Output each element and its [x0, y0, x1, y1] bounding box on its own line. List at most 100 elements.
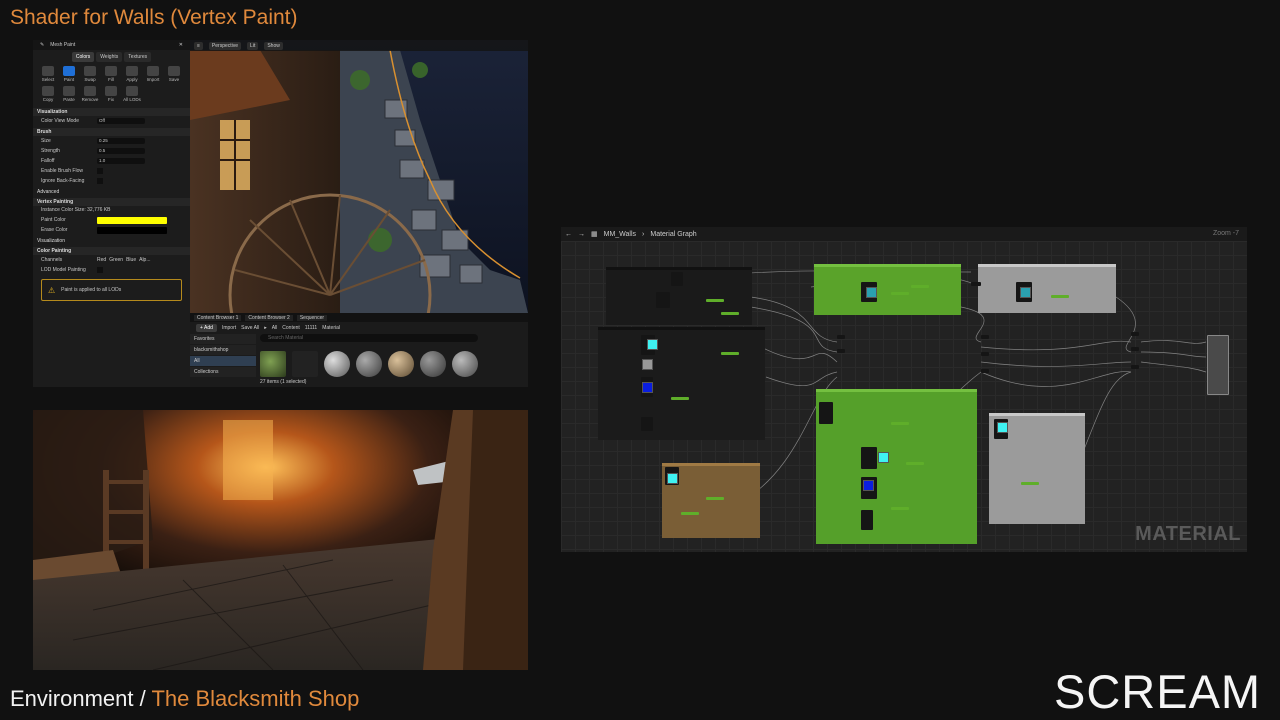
close-icon[interactable]: ✕: [176, 42, 186, 48]
folder-all[interactable]: All: [190, 356, 256, 366]
parameter-node[interactable]: [911, 285, 929, 288]
parameter-node[interactable]: [891, 292, 909, 295]
apply-tool-button[interactable]: Apply: [123, 66, 141, 82]
tab-colors[interactable]: Colors: [71, 52, 95, 62]
fix-tool-button[interactable]: Fix: [102, 86, 120, 102]
graph-node[interactable]: [819, 402, 833, 424]
save-all-button[interactable]: Save All: [241, 325, 259, 331]
graph-node[interactable]: [861, 447, 877, 469]
comment-box-green[interactable]: [816, 389, 977, 544]
swap-tool-button[interactable]: Swap: [81, 66, 99, 82]
brush-flow-checkbox[interactable]: [97, 168, 103, 174]
all-lods-tool-button[interactable]: All LODs: [123, 86, 141, 102]
asset-thumbnail[interactable]: [388, 351, 414, 377]
reroute-node[interactable]: [981, 352, 989, 356]
section-brush[interactable]: Brush: [33, 128, 190, 136]
graph-node[interactable]: [641, 417, 653, 431]
reroute-node[interactable]: [837, 335, 845, 339]
section-visualization-2[interactable]: Visualization: [33, 237, 190, 245]
parameter-node[interactable]: [671, 397, 689, 400]
comment-box[interactable]: [598, 327, 765, 440]
section-visualization[interactable]: Visualization: [33, 108, 190, 116]
comment-box-green[interactable]: [814, 264, 961, 315]
viewport-menu-button[interactable]: ≡: [194, 41, 203, 50]
tab-weights[interactable]: Weights: [96, 52, 123, 62]
add-button[interactable]: + Add: [196, 323, 217, 332]
channel-green-checkbox[interactable]: Green: [109, 257, 123, 263]
graph-node[interactable]: [861, 510, 873, 530]
falloff-field[interactable]: 1.0: [97, 158, 145, 164]
asset-thumbnail[interactable]: [260, 351, 286, 377]
parameter-node[interactable]: [891, 507, 909, 510]
import-button[interactable]: Import: [222, 325, 236, 331]
paint-color-swatch[interactable]: [97, 216, 167, 224]
parameter-node[interactable]: [721, 352, 739, 355]
breadcrumb-11111[interactable]: 11111: [305, 325, 317, 331]
paint-tool-button[interactable]: Paint: [60, 66, 78, 82]
tab-content-browser-1[interactable]: Content Browser 1: [194, 314, 242, 321]
lit-button[interactable]: Lit: [247, 41, 259, 50]
favorites-section[interactable]: Favorites: [190, 334, 256, 344]
reroute-node[interactable]: [1131, 332, 1139, 336]
breadcrumb-material[interactable]: Material: [322, 325, 340, 331]
tab-content-browser-2[interactable]: Content Browser 2: [245, 314, 293, 321]
material-output-node[interactable]: [1207, 335, 1229, 395]
parameter-node[interactable]: [906, 462, 924, 465]
asset-thumbnail[interactable]: [356, 351, 382, 377]
section-vertex-painting[interactable]: Vertex Painting: [33, 198, 190, 206]
copy-icon: [42, 86, 54, 96]
import-tool-button[interactable]: Import: [144, 66, 162, 82]
reroute-node[interactable]: [1131, 365, 1139, 369]
breadcrumb-all[interactable]: All: [272, 325, 278, 331]
erase-color-swatch[interactable]: [97, 226, 167, 234]
channel-blue-checkbox[interactable]: Blue: [126, 257, 136, 263]
level-viewport[interactable]: ≡ Perspective Lit Show: [190, 40, 528, 313]
reroute-node[interactable]: [1131, 347, 1139, 351]
material-graph-editor[interactable]: ← → ▦ MM_Walls › Material Graph Zoom -7: [561, 227, 1247, 552]
asset-thumbnail[interactable]: [292, 351, 318, 377]
copy-tool-button[interactable]: Copy: [39, 86, 57, 102]
select-tool-button[interactable]: Select: [39, 66, 57, 82]
parameter-node[interactable]: [1021, 482, 1039, 485]
collections-section[interactable]: Collections: [190, 367, 256, 377]
search-input[interactable]: Search Material: [260, 334, 478, 342]
reroute-node[interactable]: [837, 349, 845, 353]
perspective-button[interactable]: Perspective: [208, 41, 242, 50]
mesh-paint-tab[interactable]: ✎ Mesh Paint ✕: [33, 40, 190, 50]
graph-node[interactable]: [671, 272, 683, 286]
show-button[interactable]: Show: [264, 41, 283, 50]
paste-tool-button[interactable]: Paste: [60, 86, 78, 102]
content-browser-toolbar: + Add Import Save All ▸ All Content 1111…: [190, 322, 528, 333]
parameter-node[interactable]: [721, 312, 739, 315]
tab-sequencer[interactable]: Sequencer: [296, 314, 328, 321]
save-tool-button[interactable]: Save: [165, 66, 183, 82]
color-view-mode-select[interactable]: Off: [97, 118, 145, 124]
parameter-node[interactable]: [891, 422, 909, 425]
section-advanced[interactable]: Advanced: [33, 188, 190, 196]
tab-textures[interactable]: Textures: [124, 52, 152, 62]
section-color-painting[interactable]: Color Painting: [33, 247, 190, 255]
parameter-node[interactable]: [681, 512, 699, 515]
graph-node[interactable]: [656, 292, 670, 308]
comment-box-gray[interactable]: [978, 264, 1116, 313]
size-field[interactable]: 0.25: [97, 138, 145, 144]
parameter-node[interactable]: [706, 299, 724, 302]
asset-thumbnail[interactable]: [324, 351, 350, 377]
asset-thumbnail[interactable]: [420, 351, 446, 377]
reroute-node[interactable]: [981, 369, 989, 373]
graph-node[interactable]: [971, 282, 981, 286]
folder-blacksmithshop[interactable]: blacksmithshop: [190, 345, 256, 355]
breadcrumb-content[interactable]: Content: [282, 325, 300, 331]
reroute-node[interactable]: [981, 335, 989, 339]
parameter-node[interactable]: [1051, 295, 1069, 298]
strength-field[interactable]: 0.5: [97, 148, 145, 154]
remove-tool-button[interactable]: Remove: [81, 86, 99, 102]
back-facing-checkbox[interactable]: [97, 178, 103, 184]
lod-painting-checkbox[interactable]: [97, 267, 103, 273]
channel-red-checkbox[interactable]: Red: [97, 257, 106, 263]
parameter-node[interactable]: [706, 497, 724, 500]
channel-alpha-checkbox[interactable]: Alp...: [139, 257, 150, 263]
fill-tool-button[interactable]: Fill: [102, 66, 120, 82]
asset-thumbnail[interactable]: [452, 351, 478, 377]
channels-label: Channels: [41, 257, 63, 263]
